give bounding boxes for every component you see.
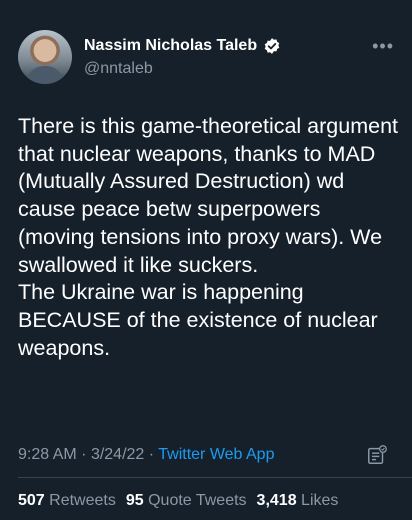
avatar-shirt (26, 66, 64, 84)
more-horizontal-icon[interactable]: ••• (372, 36, 394, 57)
retweets-label: Retweets (49, 492, 116, 509)
analytics-icon[interactable] (366, 444, 388, 466)
meta-separator: · (81, 446, 91, 463)
retweets-stat[interactable]: 507 Retweets (18, 492, 116, 510)
retweets-count: 507 (18, 492, 45, 509)
tweet-time[interactable]: 9:28 AM (18, 446, 77, 463)
tweet-text: There is this game-theoretical argument … (18, 114, 399, 360)
quote-tweets-count: 95 (125, 492, 144, 509)
likes-label: Likes (301, 492, 339, 509)
engagement-stats: 507 Retweets 95 Quote Tweets 3,418 Likes (18, 492, 338, 510)
quote-tweets-stat[interactable]: 95 Quote Tweets (126, 492, 247, 510)
tweet-date[interactable]: 3/24/22 (91, 446, 144, 463)
likes-stat[interactable]: 3,418 Likes (257, 492, 339, 510)
tweet-source-link[interactable]: Twitter Web App (158, 446, 274, 463)
likes-count: 3,418 (256, 492, 297, 509)
author-name[interactable]: Nassim Nicholas Taleb (84, 37, 257, 55)
author-handle[interactable]: @nntaleb (84, 60, 153, 78)
meta-separator: · (148, 446, 159, 463)
quote-tweets-label: Quote Tweets (148, 492, 247, 509)
verified-badge-icon (264, 38, 280, 54)
tweet-meta: 9:28 AM · 3/24/22 · Twitter Web App (18, 446, 274, 464)
divider (18, 477, 412, 478)
author-name-row[interactable]: Nassim Nicholas Taleb (84, 37, 281, 55)
avatar[interactable] (18, 30, 72, 84)
